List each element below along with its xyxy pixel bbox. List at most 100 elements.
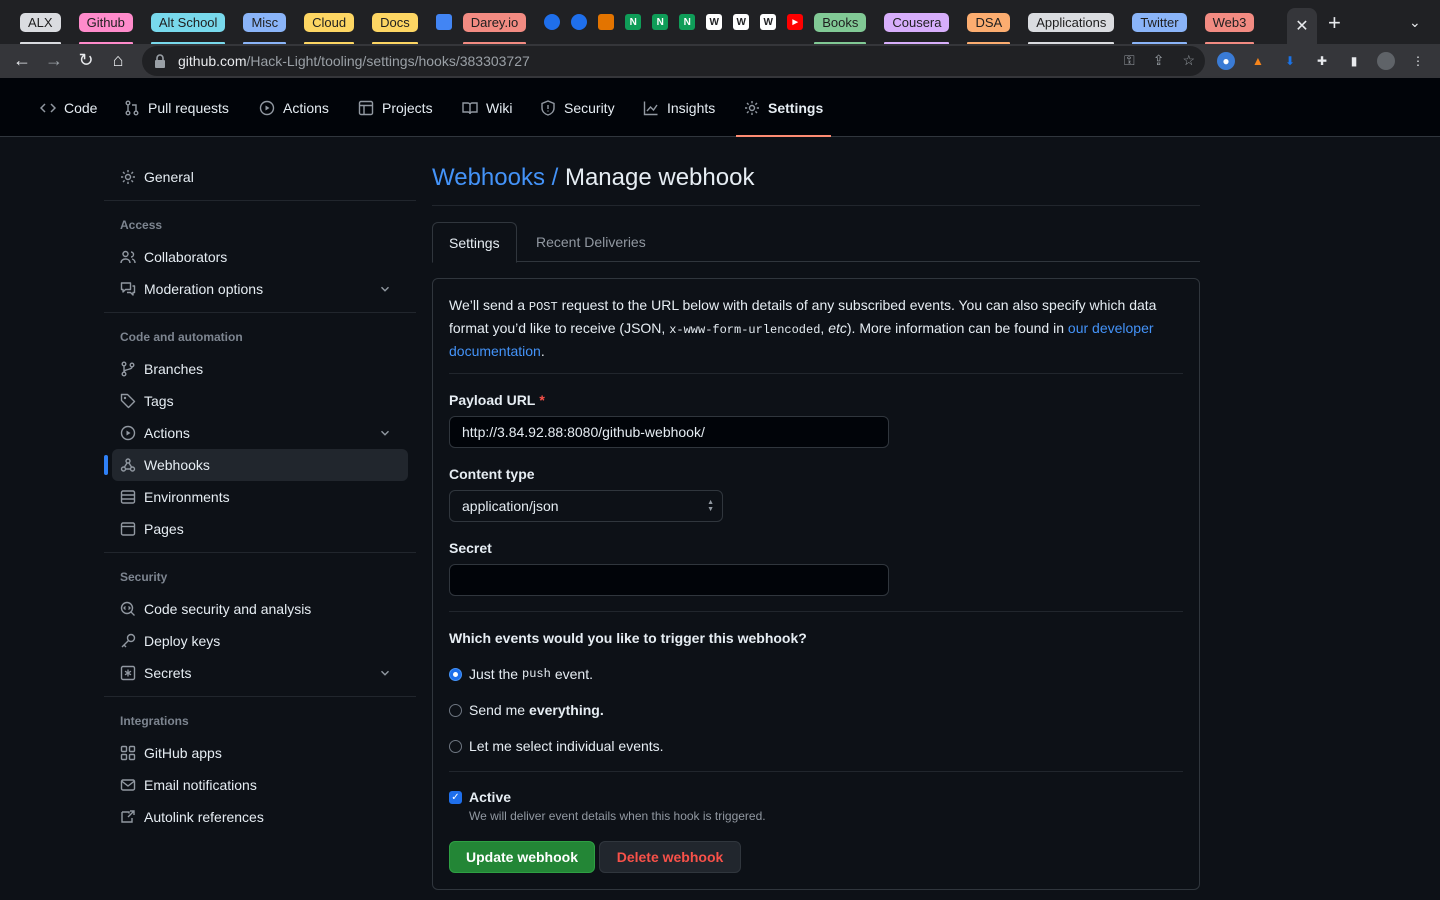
breadcrumb-webhooks[interactable]: Webhooks / xyxy=(432,164,558,191)
repo-tab-pull-requests[interactable]: Pull requests xyxy=(124,78,229,137)
delete-webhook-button[interactable]: Delete webhook xyxy=(599,841,741,873)
content-type-select[interactable]: application/json ▲ ▼ xyxy=(449,490,723,522)
repo-tab-settings[interactable]: Settings xyxy=(735,78,832,137)
darey-favicon-icon[interactable] xyxy=(544,14,561,30)
profile-avatar[interactable] xyxy=(1377,52,1395,70)
sidebar-item-github-apps[interactable]: GitHub apps xyxy=(112,737,408,769)
radio-button[interactable] xyxy=(449,703,462,717)
browser-menu-icon[interactable]: ⋮ xyxy=(1409,52,1427,70)
form-divider xyxy=(449,373,1183,374)
download-icon[interactable]: ⬇ xyxy=(1281,52,1299,70)
sidebar-item-environments[interactable]: Environments xyxy=(112,481,408,513)
sidebar-item-email-notifications[interactable]: Email notifications xyxy=(112,769,408,801)
sidebar-item-webhooks[interactable]: Webhooks xyxy=(104,449,408,481)
notion-favicon-icon[interactable]: N xyxy=(652,14,669,30)
radio-everything[interactable]: Send me everything. xyxy=(449,702,604,718)
tab-group-alt-school[interactable]: Alt School xyxy=(150,12,226,45)
radio-individual-events[interactable]: Let me select individual events. xyxy=(449,738,664,754)
back-icon[interactable]: ← xyxy=(6,50,38,71)
youtube-favicon-icon[interactable]: ▶ xyxy=(787,14,804,30)
key-icon xyxy=(121,633,136,648)
chevron-down-icon[interactable] xyxy=(378,282,392,296)
repo-tab-wiki[interactable]: Wiki xyxy=(462,78,512,137)
sidebar-item-branches[interactable]: Branches xyxy=(112,353,408,385)
radio-button-selected[interactable] xyxy=(449,667,462,681)
extensions-puzzle-icon[interactable]: ✚ xyxy=(1313,52,1331,70)
metamask-icon[interactable]: ▲ xyxy=(1249,52,1267,70)
key-asterisk-icon xyxy=(120,665,136,681)
tab-group-github[interactable]: Github xyxy=(78,12,134,45)
repo-tab-security[interactable]: Security xyxy=(540,78,615,137)
tab-recent-deliveries[interactable]: Recent Deliveries xyxy=(520,222,662,262)
tab-group-cousera[interactable]: Cousera xyxy=(884,12,950,45)
codescan-icon xyxy=(120,601,135,616)
tab-search-icon[interactable]: ⌄ xyxy=(1409,14,1421,31)
payload-url-input[interactable]: http://3.84.92.88:8080/github-webhook/ xyxy=(449,416,889,448)
shield-icon xyxy=(541,99,555,116)
webhook-tabs: Settings Recent Deliveries xyxy=(432,222,1200,263)
sidebar-item-moderation[interactable]: Moderation options xyxy=(112,273,408,305)
docs-favicon-icon[interactable] xyxy=(435,14,452,30)
wikipedia-favicon-icon[interactable]: W xyxy=(706,14,723,30)
radio-button[interactable] xyxy=(449,739,462,753)
tab-group-web3[interactable]: Web3 xyxy=(1204,12,1255,45)
forward-icon[interactable]: → xyxy=(38,50,70,71)
tab-group-docs[interactable]: Docs xyxy=(372,12,418,45)
tab-group-dsa[interactable]: DSA xyxy=(967,12,1011,45)
sidebar-heading-code-automation: Code and automation xyxy=(120,330,243,344)
wikipedia-favicon-icon[interactable]: W xyxy=(733,14,750,30)
gear-icon xyxy=(121,170,135,184)
server-icon xyxy=(120,490,136,504)
chevron-down-icon[interactable] xyxy=(378,666,392,680)
extension-icon[interactable]: ● xyxy=(1217,52,1235,70)
ide-favicon-icon[interactable] xyxy=(598,14,615,30)
key-icon[interactable]: ⚿ xyxy=(1124,52,1135,69)
active-checkbox[interactable]: ✓ xyxy=(449,791,462,804)
active-tab[interactable]: ✕ xyxy=(1287,8,1317,44)
new-tab-button[interactable]: + xyxy=(1328,12,1341,34)
sidebar-item-collaborators[interactable]: Collaborators xyxy=(112,241,408,273)
book-icon xyxy=(462,101,478,114)
sidebar-item-general[interactable]: General xyxy=(112,161,408,193)
sidebar-heading-integrations: Integrations xyxy=(120,714,189,728)
darey-favicon-icon[interactable] xyxy=(571,14,588,30)
sidebar-item-pages[interactable]: Pages xyxy=(112,513,408,545)
sidebar-item-code-security[interactable]: Code security and analysis xyxy=(112,593,408,625)
tab-settings[interactable]: Settings xyxy=(432,222,517,263)
bookmark-star-icon[interactable]: ☆ xyxy=(1182,52,1195,69)
cross-reference-icon xyxy=(121,810,135,823)
notion-favicon-icon[interactable]: N xyxy=(679,14,696,30)
sidebar-item-actions[interactable]: Actions xyxy=(112,417,408,449)
sidebar-item-tags[interactable]: Tags xyxy=(112,385,408,417)
git-pull-request-icon xyxy=(125,100,139,115)
close-tab-icon[interactable]: ✕ xyxy=(1295,16,1308,36)
repo-tab-insights[interactable]: Insights xyxy=(643,78,715,137)
chevron-down-icon[interactable] xyxy=(378,426,392,440)
code-icon xyxy=(40,102,56,113)
sidebar-item-secrets[interactable]: Secrets xyxy=(112,657,408,689)
repo-nav: Code Pull requests Actions Projects Wiki… xyxy=(0,78,1440,137)
secret-input[interactable] xyxy=(449,564,889,596)
repo-tab-code[interactable]: Code xyxy=(40,78,97,137)
radio-push-event[interactable]: Just the push event. xyxy=(449,666,593,682)
share-icon[interactable]: ⇪ xyxy=(1153,52,1165,69)
sidebar-item-autolink[interactable]: Autolink references xyxy=(112,801,408,833)
tab-group-applications[interactable]: Applications xyxy=(1028,12,1115,45)
wikipedia-favicon-icon[interactable]: W xyxy=(760,14,777,30)
tab-group-darey-io[interactable]: Darey.io xyxy=(462,12,527,45)
tab-group-alx[interactable]: ALX xyxy=(20,12,61,45)
sidebar-item-deploy-keys[interactable]: Deploy keys xyxy=(112,625,408,657)
tab-group-misc[interactable]: Misc xyxy=(243,12,287,45)
tab-group-cloud[interactable]: Cloud xyxy=(304,12,355,45)
side-panel-icon[interactable]: ▮ xyxy=(1345,52,1363,70)
address-bar[interactable]: github.com/Hack-Light/tooling/settings/h… xyxy=(142,46,1205,76)
events-question: Which events would you like to trigger t… xyxy=(449,630,807,646)
home-icon[interactable]: ⌂ xyxy=(102,50,134,71)
tab-group-twitter[interactable]: Twitter xyxy=(1132,12,1187,45)
repo-tab-projects[interactable]: Projects xyxy=(358,78,433,137)
notion-favicon-icon[interactable]: N xyxy=(625,14,642,30)
repo-tab-actions[interactable]: Actions xyxy=(259,78,329,137)
update-webhook-button[interactable]: Update webhook xyxy=(449,841,595,873)
tab-group-books[interactable]: Books xyxy=(814,12,867,45)
reload-icon[interactable]: ↻ xyxy=(70,50,102,71)
